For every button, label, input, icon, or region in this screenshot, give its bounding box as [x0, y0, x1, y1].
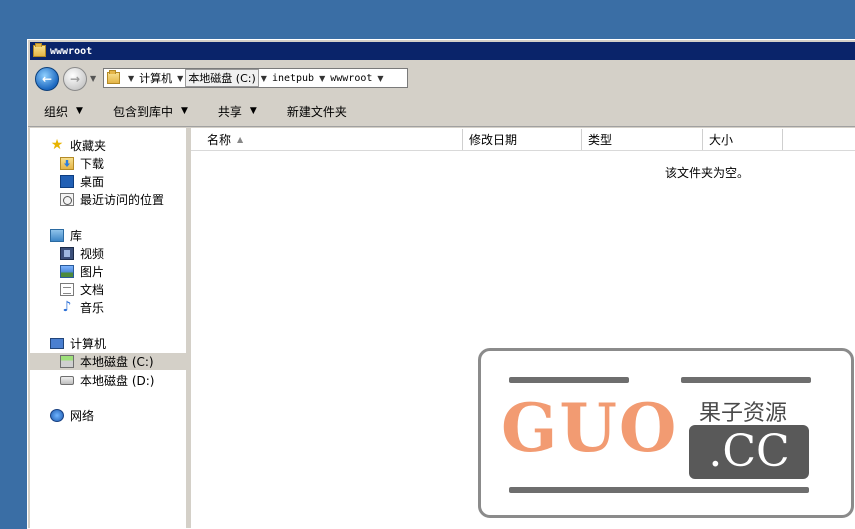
watermark-brand-text: 果子资源 — [699, 401, 788, 426]
recent-pages-dropdown[interactable]: ▼ — [90, 74, 96, 83]
command-bar: 组织 ▼ 包含到库中 ▼ 共享 ▼ 新建文件夹 — [28, 96, 855, 127]
sidebar-item-computer[interactable]: 计算机 — [50, 335, 106, 352]
include-in-library-button[interactable]: 包含到库中 ▼ — [97, 103, 202, 120]
drive-icon — [60, 355, 74, 368]
column-header-name[interactable]: 名称 ▲ — [191, 129, 463, 150]
back-button[interactable]: ← — [35, 67, 59, 91]
sidebar-item-label: 桌面 — [80, 175, 105, 189]
folder-icon — [33, 43, 46, 57]
sort-ascending-icon: ▲ — [237, 135, 244, 144]
sidebar-item-desktop[interactable]: 桌面 — [60, 173, 104, 190]
drive-icon — [60, 376, 74, 385]
new-folder-label: 新建文件夹 — [286, 104, 347, 119]
sidebar-item-label: 视频 — [80, 247, 105, 261]
chevron-down-icon[interactable]: ▼ — [375, 74, 385, 83]
arrow-right-icon: → — [69, 72, 81, 86]
chevron-down-icon: ▼ — [76, 106, 83, 116]
sidebar-item-recent-places[interactable]: 最近访问的位置 — [60, 191, 164, 208]
navigation-bar: ← → ▼ ▼ 计算机 ▼ 本地磁盘 (C:) ▼ inetpub ▼ wwwr… — [28, 62, 855, 96]
empty-folder-message: 该文件夹为空。 — [665, 166, 750, 180]
column-header-label: 名称 — [207, 133, 232, 147]
sidebar-item-label: 本地磁盘 (C:) — [80, 355, 154, 369]
downloads-icon — [60, 157, 74, 170]
arrow-left-icon: ← — [41, 72, 53, 86]
document-icon — [60, 283, 74, 296]
sidebar-item-pictures[interactable]: 图片 — [60, 263, 104, 280]
title-bar[interactable]: wwwroot — [30, 42, 855, 60]
watermark-domain-text: .CC — [689, 425, 809, 479]
chevron-down-icon: ▼ — [249, 106, 257, 116]
sidebar-item-label: 音乐 — [80, 301, 105, 315]
share-button[interactable]: 共享 ▼ — [202, 103, 271, 120]
column-header-type[interactable]: 类型 — [582, 129, 703, 150]
breadcrumb-wwwroot[interactable]: wwwroot — [327, 73, 375, 84]
sidebar-item-drive-c[interactable]: 本地磁盘 (C:) — [30, 353, 186, 370]
breadcrumb-inetpub[interactable]: inetpub — [269, 73, 317, 84]
music-icon: ♪ — [62, 299, 72, 315]
navigation-pane: ★ 收藏夹 下载 桌面 最近访问的位置 库 视频 图片 文档 ♪ 音乐 计算机 … — [30, 128, 189, 528]
column-header-label: 大小 — [709, 133, 734, 147]
sidebar-item-favorites[interactable]: ★ 收藏夹 — [50, 137, 106, 154]
sidebar-item-videos[interactable]: 视频 — [60, 245, 104, 262]
library-icon — [50, 229, 64, 242]
sidebar-item-label: 下载 — [80, 157, 105, 171]
breadcrumb-computer[interactable]: 计算机 — [136, 70, 175, 86]
window-title: wwwroot — [50, 45, 93, 57]
watermark-line — [509, 377, 629, 383]
computer-icon — [50, 338, 64, 349]
sidebar-item-libraries[interactable]: 库 — [50, 227, 82, 244]
organize-label: 组织 — [44, 104, 69, 119]
network-icon — [50, 409, 64, 422]
breadcrumb-drive-c[interactable]: 本地磁盘 (C:) — [185, 69, 259, 87]
column-header-label: 修改日期 — [469, 133, 518, 147]
watermark-logo-text: GUO — [501, 389, 679, 467]
chevron-right-icon[interactable]: ▼ — [317, 74, 327, 83]
forward-button[interactable]: → — [63, 67, 87, 91]
sidebar-item-drive-d[interactable]: 本地磁盘 (D:) — [60, 372, 154, 389]
folder-icon — [107, 70, 120, 84]
recent-places-icon — [60, 193, 74, 206]
sidebar-item-label: 收藏夹 — [70, 139, 107, 153]
desktop-icon — [60, 175, 74, 188]
sidebar-item-label: 计算机 — [70, 337, 107, 351]
sidebar-item-label: 图片 — [80, 265, 105, 279]
organize-button[interactable]: 组织 ▼ — [28, 103, 97, 120]
sidebar-item-downloads[interactable]: 下载 — [60, 155, 104, 172]
share-label: 共享 — [217, 104, 242, 119]
chevron-right-icon[interactable]: ▼ — [259, 74, 269, 83]
sidebar-item-label: 最近访问的位置 — [80, 193, 165, 207]
sidebar-item-label: 网络 — [70, 409, 95, 423]
watermark-stamp: GUO 果子资源 .CC — [478, 348, 854, 518]
column-header-date-modified[interactable]: 修改日期 — [463, 129, 582, 150]
watermark-line — [681, 377, 811, 383]
column-header-label: 类型 — [588, 133, 613, 147]
star-icon: ★ — [50, 137, 64, 153]
picture-icon — [60, 265, 74, 278]
sidebar-item-label: 库 — [70, 229, 83, 243]
address-bar[interactable]: ▼ 计算机 ▼ 本地磁盘 (C:) ▼ inetpub ▼ wwwroot ▼ — [103, 68, 408, 88]
sidebar-item-documents[interactable]: 文档 — [60, 281, 104, 298]
watermark-line — [509, 487, 809, 493]
sidebar-item-label: 文档 — [80, 283, 105, 297]
chevron-right-icon[interactable]: ▼ — [126, 74, 136, 83]
sidebar-item-music[interactable]: ♪ 音乐 — [60, 299, 104, 316]
column-header-size[interactable]: 大小 — [703, 129, 783, 150]
column-header-row: 名称 ▲ 修改日期 类型 大小 — [191, 129, 855, 151]
chevron-right-icon[interactable]: ▼ — [175, 74, 185, 83]
new-folder-button[interactable]: 新建文件夹 — [271, 103, 361, 120]
video-icon — [60, 247, 74, 260]
sidebar-item-label: 本地磁盘 (D:) — [80, 374, 155, 388]
sidebar-item-network[interactable]: 网络 — [50, 407, 94, 424]
include-in-library-label: 包含到库中 — [112, 104, 173, 119]
chevron-down-icon: ▼ — [180, 106, 188, 116]
